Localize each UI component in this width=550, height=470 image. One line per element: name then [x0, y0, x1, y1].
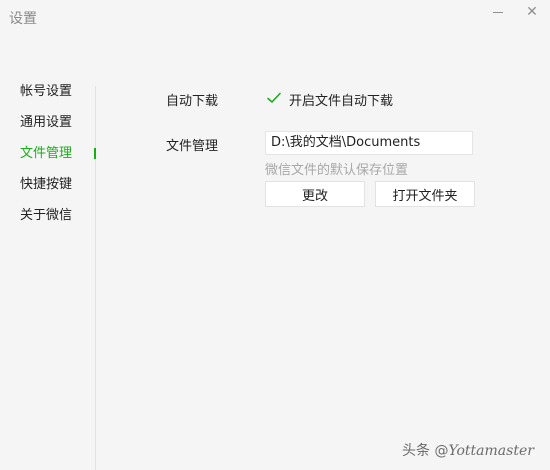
close-button[interactable]: ✕ [521, 3, 543, 21]
sidebar-item-shortcut-keys[interactable]: 快捷按键 [20, 174, 96, 196]
minimize-button[interactable] [487, 3, 509, 21]
checkmark-icon [267, 92, 281, 103]
minimize-icon [493, 11, 503, 13]
settings-window: 设置 ✕ 帐号设置 通用设置 文件管理 快捷按键 关于微信 自动下载 开启文件自… [0, 0, 550, 470]
sidebar-item-file-management[interactable]: 文件管理 [20, 143, 96, 165]
auto-download-checkbox[interactable] [265, 89, 283, 107]
watermark-prefix: 头条 @ [402, 443, 449, 459]
save-path-hint: 微信文件的默认保存位置 [265, 163, 409, 178]
sidebar-item-general-settings[interactable]: 通用设置 [20, 112, 96, 134]
auto-download-checkbox-label[interactable]: 开启文件自动下载 [289, 90, 393, 109]
auto-download-label: 自动下载 [166, 94, 219, 109]
close-icon: ✕ [526, 4, 538, 20]
watermark-brand: Yottamaster [448, 443, 534, 459]
active-item-indicator [94, 148, 96, 159]
open-folder-button[interactable]: 打开文件夹 [375, 181, 475, 207]
sidebar-item-account-settings[interactable]: 帐号设置 [20, 81, 96, 103]
change-path-button[interactable]: 更改 [265, 181, 365, 207]
file-management-label: 文件管理 [166, 139, 219, 154]
window-title: 设置 [9, 11, 37, 27]
save-path-field[interactable]: D:\我的文档\Documents [265, 131, 473, 155]
watermark: 头条 @Yottamaster [402, 440, 534, 460]
sidebar-item-about-wechat[interactable]: 关于微信 [20, 205, 96, 227]
sidebar-divider [95, 86, 96, 470]
